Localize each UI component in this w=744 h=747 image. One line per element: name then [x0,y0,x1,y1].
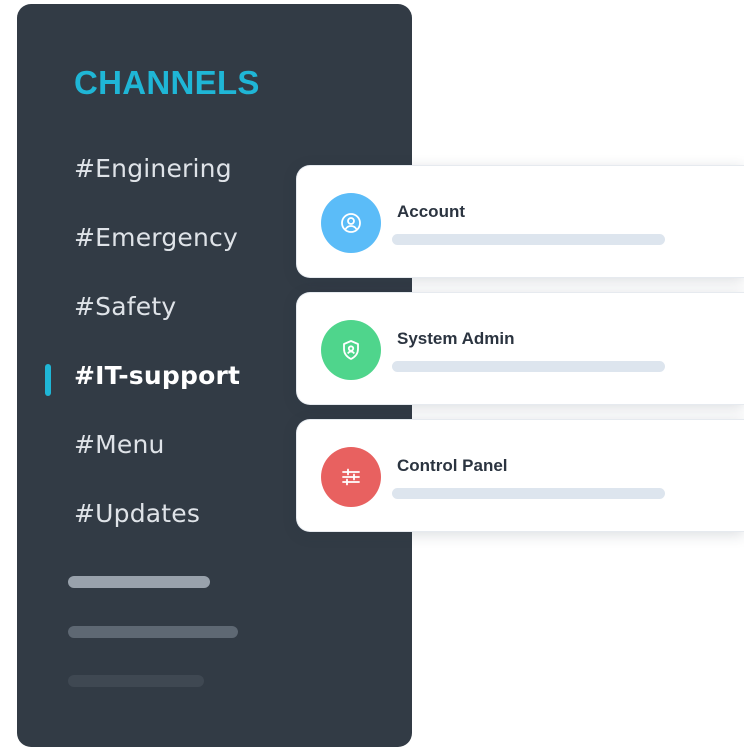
account-label: Account [397,202,465,221]
channel-menu[interactable]: #Menu [74,430,165,459]
control-panel-label: Control Panel [397,456,508,475]
sidebar-title: CHANNELS [74,64,260,101]
system-admin-card[interactable]: System Admin [296,292,744,405]
placeholder-bar [392,234,665,245]
control-panel-card[interactable]: Control Panel [296,419,744,532]
placeholder-bar [68,675,204,687]
account-card[interactable]: Account [296,165,744,278]
placeholder-bar [392,361,665,372]
sliders-icon [321,447,381,507]
channel-enginering[interactable]: #Enginering [74,154,232,183]
active-channel-indicator [45,364,51,396]
system-admin-label: System Admin [397,329,515,348]
channel-safety[interactable]: #Safety [74,292,176,321]
channel-emergency[interactable]: #Emergency [74,223,238,252]
channel-updates[interactable]: #Updates [74,499,200,528]
placeholder-bar [68,626,238,638]
user-icon [321,193,381,253]
stage: CHANNELS #Enginering #Emergency #Safety … [0,0,744,747]
shield-icon [321,320,381,380]
placeholder-bar [68,576,210,588]
placeholder-bar [392,488,665,499]
channel-it-support[interactable]: #IT-support [74,361,240,390]
